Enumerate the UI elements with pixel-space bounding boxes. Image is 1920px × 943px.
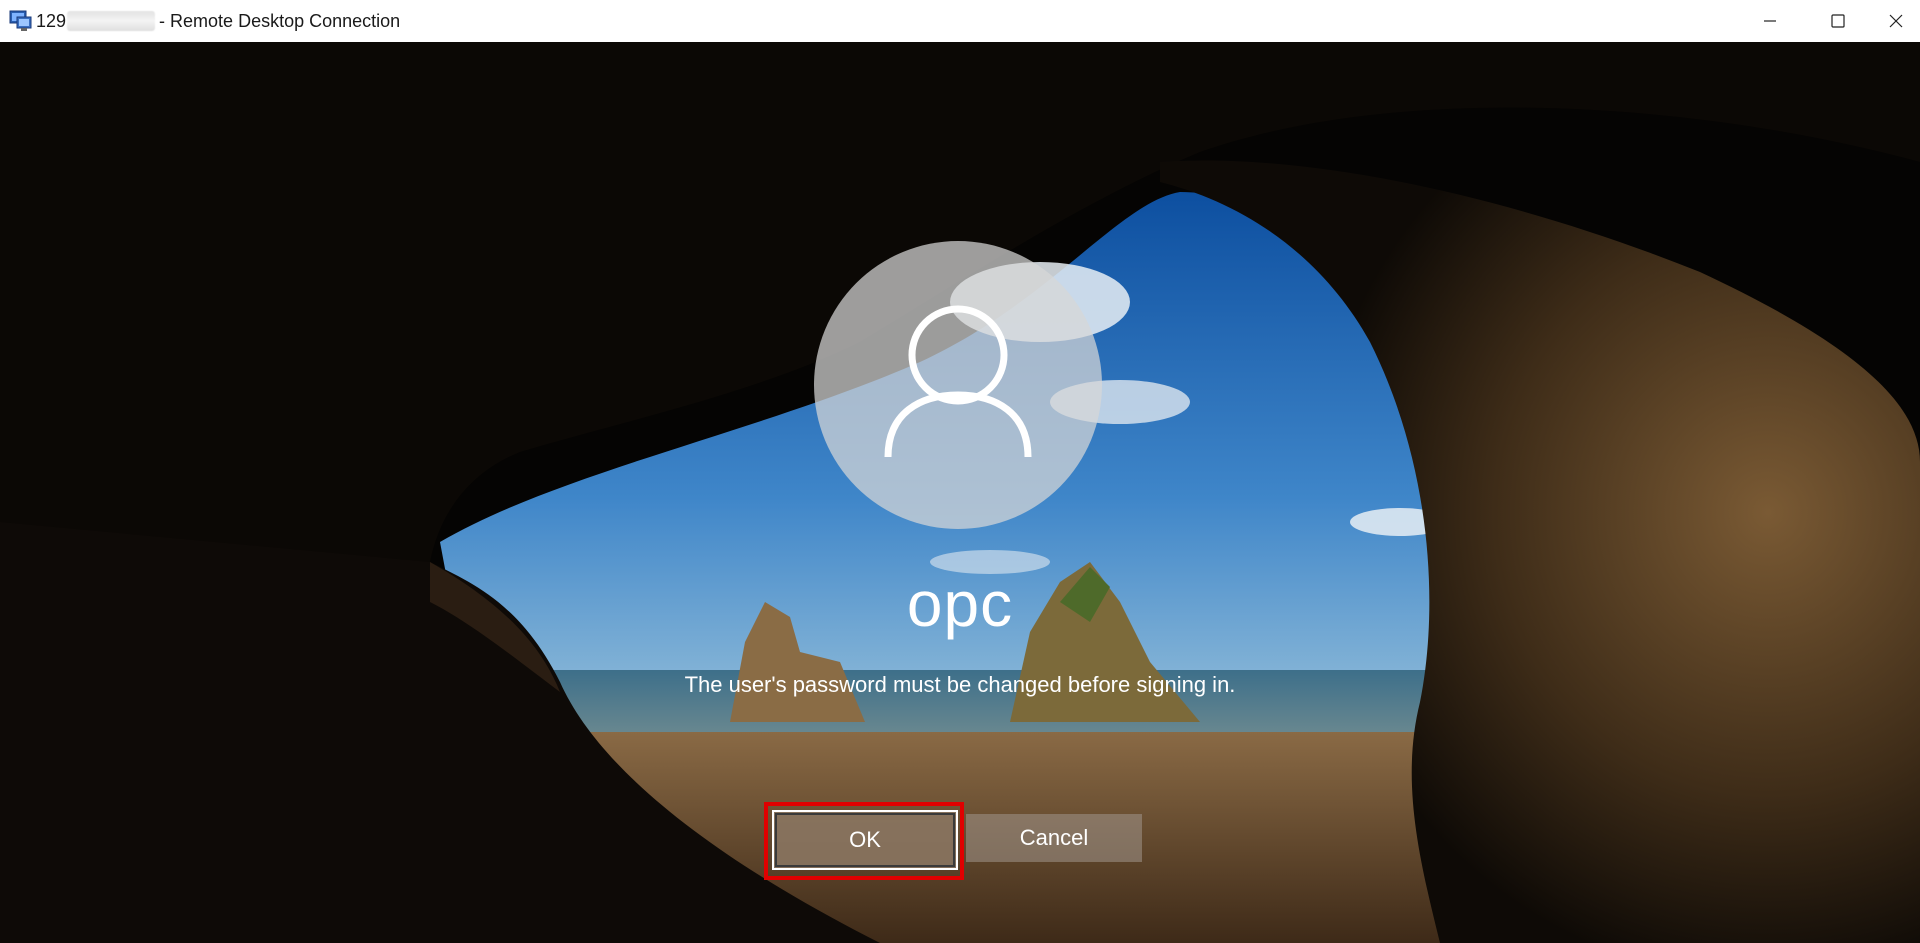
user-icon bbox=[884, 305, 1032, 458]
title-bar: 129 - Remote Desktop Connection bbox=[0, 0, 1920, 42]
cancel-button[interactable]: Cancel bbox=[966, 814, 1142, 862]
remote-session-screen: opc The user's password must be changed … bbox=[0, 42, 1920, 943]
ok-button[interactable]: OK bbox=[772, 810, 958, 870]
minimize-icon bbox=[1764, 20, 1776, 22]
window-title: 129 - Remote Desktop Connection bbox=[36, 11, 400, 32]
user-avatar bbox=[814, 241, 1102, 529]
minimize-button[interactable] bbox=[1736, 0, 1804, 42]
title-ip-prefix: 129 bbox=[36, 11, 67, 31]
title-suffix: - Remote Desktop Connection bbox=[159, 11, 401, 31]
remote-desktop-icon[interactable] bbox=[8, 9, 34, 33]
maximize-button[interactable] bbox=[1804, 0, 1872, 42]
maximize-icon bbox=[1831, 14, 1845, 28]
password-change-message: The user's password must be changed befo… bbox=[684, 672, 1236, 697]
close-button[interactable] bbox=[1872, 0, 1920, 42]
close-icon bbox=[1889, 14, 1903, 28]
redacted-ip bbox=[67, 11, 156, 31]
username: opc bbox=[906, 568, 1014, 640]
